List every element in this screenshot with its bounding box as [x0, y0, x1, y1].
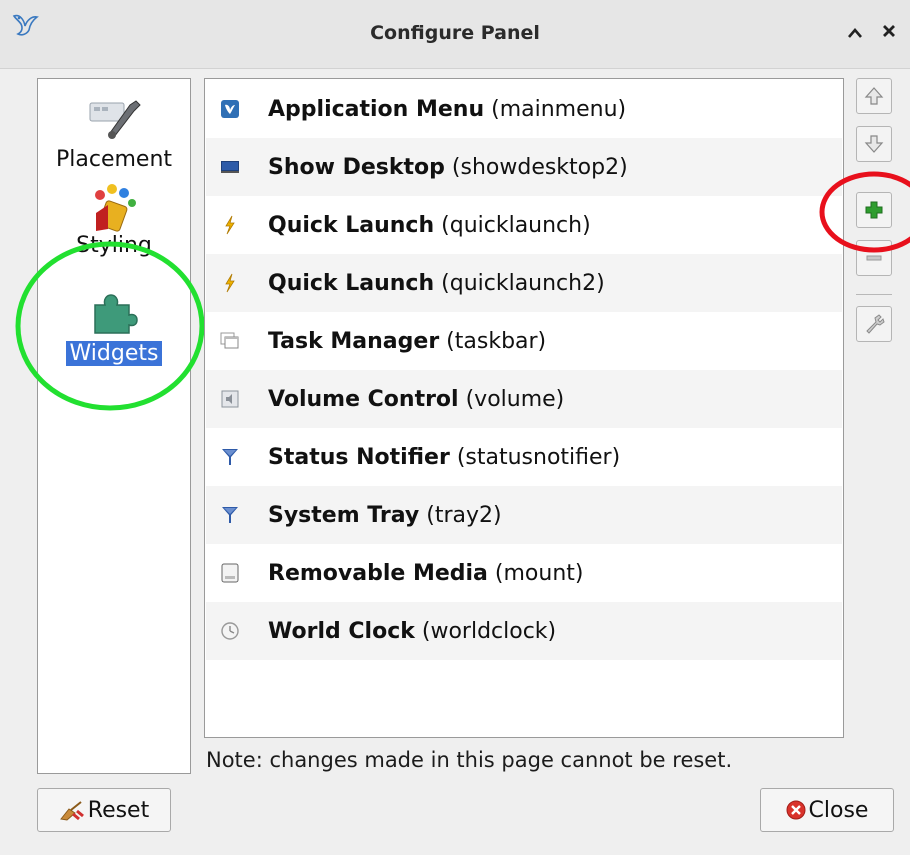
widget-id: (mainmenu) [491, 96, 627, 122]
list-item[interactable]: Volume Control (volume) [206, 370, 842, 428]
widget-id: (volume) [465, 386, 565, 412]
widget-name: World Clock [268, 618, 415, 644]
widget-id: (statusnotifier) [456, 444, 621, 470]
collapse-button[interactable] [846, 20, 864, 46]
reset-label: Reset [87, 797, 150, 823]
move-up-icon [864, 87, 884, 105]
widget-id: (quicklaunch) [441, 212, 591, 238]
list-item[interactable]: System Tray (tray2) [206, 486, 842, 544]
clock-icon [220, 621, 240, 641]
funnel-icon [220, 505, 240, 525]
sidebar-item-label: Placement [55, 147, 173, 172]
sidebar-item-label: Styling [76, 233, 152, 258]
toolbar-separator [856, 294, 892, 295]
widget-name: Quick Launch [268, 270, 435, 296]
sidebar-item-styling[interactable]: Styling [38, 179, 190, 259]
widget-name: Application Menu [268, 96, 485, 122]
configure-widget-button[interactable] [856, 306, 892, 342]
widget-name: Quick Launch [268, 212, 435, 238]
widget-name: Show Desktop [268, 154, 445, 180]
window-title: Configure Panel [370, 22, 540, 44]
widget-id: (mount) [494, 560, 584, 586]
widget-name: System Tray [268, 502, 420, 528]
sidebar-item-widgets[interactable]: Widgets [38, 285, 190, 375]
sidebar-item-placement[interactable]: Placement [38, 89, 190, 179]
close-circle-icon [786, 800, 806, 820]
list-item[interactable]: Status Notifier (statusnotifier) [206, 428, 842, 486]
move-up-button[interactable] [856, 78, 892, 114]
widget-list: Application Menu (mainmenu) Show Desktop… [204, 78, 844, 738]
title-bar: Configure Panel [0, 0, 910, 69]
widget-id: (showdesktop2) [451, 154, 628, 180]
drive-icon [220, 563, 240, 583]
close-icon [883, 25, 895, 37]
close-button[interactable]: Close [760, 788, 894, 832]
list-item[interactable]: Show Desktop (showdesktop2) [206, 138, 842, 196]
reset-note: Note: changes made in this page cannot b… [206, 748, 733, 772]
list-item[interactable]: Quick Launch (quicklaunch2) [206, 254, 842, 312]
lightning-icon [220, 215, 240, 235]
lightning-icon [220, 273, 240, 293]
widget-id: (taskbar) [446, 328, 547, 354]
list-item[interactable]: World Clock (worldclock) [206, 602, 842, 660]
add-icon [865, 201, 883, 219]
task-windows-icon [220, 331, 240, 351]
move-down-icon [864, 135, 884, 153]
move-down-button[interactable] [856, 126, 892, 162]
widget-id: (worldclock) [421, 618, 557, 644]
widget-id: (tray2) [426, 502, 502, 528]
category-sidebar: Placement Styling Widgets [37, 78, 191, 774]
remove-widget-button[interactable] [856, 240, 892, 276]
close-label: Close [808, 797, 869, 823]
volume-icon [220, 389, 240, 409]
list-item[interactable]: Removable Media (mount) [206, 544, 842, 602]
placement-wrench-icon [89, 100, 141, 139]
widget-id: (quicklaunch2) [441, 270, 605, 296]
reset-button[interactable]: Reset [37, 788, 171, 832]
app-menu-icon [220, 99, 240, 119]
list-item[interactable]: Task Manager (taskbar) [206, 312, 842, 370]
sidebar-item-label: Widgets [38, 341, 190, 366]
list-item[interactable]: Quick Launch (quicklaunch) [206, 196, 842, 254]
widget-name: Volume Control [268, 386, 459, 412]
funnel-icon [220, 447, 240, 467]
widget-name: Task Manager [268, 328, 440, 354]
broom-icon [59, 801, 84, 821]
desktop-icon [220, 157, 240, 177]
widget-name: Removable Media [268, 560, 488, 586]
widget-name: Status Notifier [268, 444, 450, 470]
remove-icon [866, 255, 882, 261]
list-item[interactable]: Application Menu (mainmenu) [206, 80, 842, 138]
chevron-up-icon [848, 28, 862, 38]
close-window-button[interactable] [880, 20, 898, 46]
puzzle-piece-icon [94, 294, 138, 334]
add-widget-button[interactable] [856, 192, 892, 228]
configure-icon [866, 314, 885, 334]
